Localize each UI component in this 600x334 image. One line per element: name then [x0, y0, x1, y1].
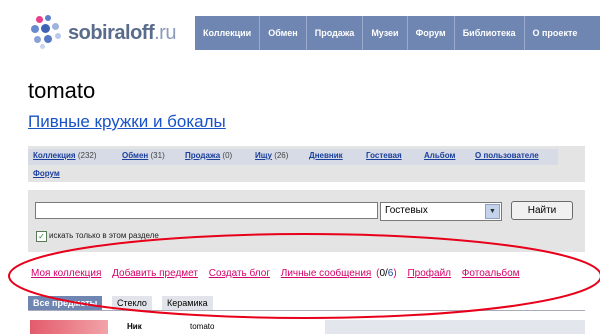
- tab-count: (0): [222, 151, 233, 160]
- tab-about-user[interactable]: О пользователе: [475, 151, 539, 160]
- messages-link[interactable]: Личные сообщения: [281, 268, 372, 279]
- create-blog-link[interactable]: Создать блог: [209, 268, 270, 279]
- search-scope-value: Гостевых: [385, 205, 428, 216]
- subtab-all-items[interactable]: Все предметы: [28, 296, 103, 310]
- logo-tld: .ru: [154, 22, 176, 44]
- logo-name: sobiraloff: [68, 22, 155, 44]
- search-scope-select[interactable]: Гостевых ▼: [380, 202, 502, 221]
- user-name-heading: tomato: [28, 78, 96, 103]
- tab-count: (31): [150, 151, 165, 160]
- top-navigation: Коллекции Обмен Продажа Музеи Форум Библ…: [195, 16, 600, 50]
- tab-album[interactable]: Альбом: [424, 151, 455, 160]
- my-collection-link[interactable]: Моя коллекция: [31, 268, 101, 279]
- category-tabs: Все предметы Стекло Керамика: [28, 296, 585, 311]
- tab-label[interactable]: Обмен: [122, 151, 148, 160]
- search-section-checkbox[interactable]: ✓: [36, 231, 47, 242]
- logo-dots-icon: [28, 14, 64, 50]
- tab-collection[interactable]: Коллекция (232): [33, 151, 97, 160]
- tab-label[interactable]: Ищу: [255, 151, 272, 160]
- nav-museums[interactable]: Музеи: [362, 16, 406, 50]
- tab-wanted[interactable]: Ищу (26): [255, 151, 288, 160]
- tab-label[interactable]: О пользователе: [475, 151, 539, 160]
- tab-count: (232): [77, 151, 97, 160]
- tab-guestbook[interactable]: Гостевая: [366, 151, 402, 160]
- user-tabs-bar: Коллекция (232) Обмен (31) Продажа (0) И…: [28, 146, 585, 182]
- user-photo: [30, 320, 108, 334]
- site-logo[interactable]: sobiraloff.ru: [28, 14, 176, 50]
- add-item-link[interactable]: Добавить предмет: [112, 268, 198, 279]
- side-panel: [325, 320, 585, 334]
- tab-sale[interactable]: Продажа (0): [185, 151, 232, 160]
- profile-link[interactable]: Профайл: [407, 268, 451, 279]
- tab-exchange[interactable]: Обмен (31): [122, 151, 165, 160]
- tab-label[interactable]: Дневник: [309, 151, 343, 160]
- nav-about[interactable]: О проекте: [523, 16, 586, 50]
- user-actions: Моя коллекция Добавить предмет Создать б…: [31, 268, 528, 279]
- messages-count: (0/6): [376, 268, 397, 279]
- photo-album-link[interactable]: Фотоальбом: [462, 268, 520, 279]
- nav-exchange[interactable]: Обмен: [259, 16, 306, 50]
- tab-count: (26): [274, 151, 289, 160]
- chevron-down-icon[interactable]: ▼: [485, 204, 500, 219]
- nav-sale[interactable]: Продажа: [305, 16, 363, 50]
- tab-diary[interactable]: Дневник: [309, 151, 343, 160]
- messages-count-close: ): [393, 268, 397, 279]
- nav-library[interactable]: Библиотека: [453, 16, 524, 50]
- tab-label[interactable]: Гостевая: [366, 151, 402, 160]
- tab-label[interactable]: Коллекция: [33, 151, 76, 160]
- nav-forum[interactable]: Форум: [406, 16, 454, 50]
- tab-label[interactable]: Продажа: [185, 151, 220, 160]
- find-button[interactable]: Найти: [511, 201, 573, 220]
- tab-forum[interactable]: Форум: [33, 169, 60, 178]
- search-input[interactable]: [35, 202, 378, 219]
- nav-collections[interactable]: Коллекции: [195, 16, 259, 50]
- tab-label[interactable]: Альбом: [424, 151, 455, 160]
- subtab-ceramics[interactable]: Керамика: [162, 296, 213, 310]
- collection-title-link[interactable]: Пивные кружки и бокалы: [28, 112, 226, 132]
- search-panel: Гостевых ▼ Найти ✓ искать только в этом …: [28, 190, 585, 252]
- subtab-glass[interactable]: Стекло: [112, 296, 152, 310]
- nick-label: Ник: [127, 322, 142, 331]
- nick-value: tomato: [190, 322, 215, 331]
- logo-text: sobiraloff.ru: [68, 22, 176, 45]
- search-section-checkbox-label: искать только в этом разделе: [49, 231, 159, 240]
